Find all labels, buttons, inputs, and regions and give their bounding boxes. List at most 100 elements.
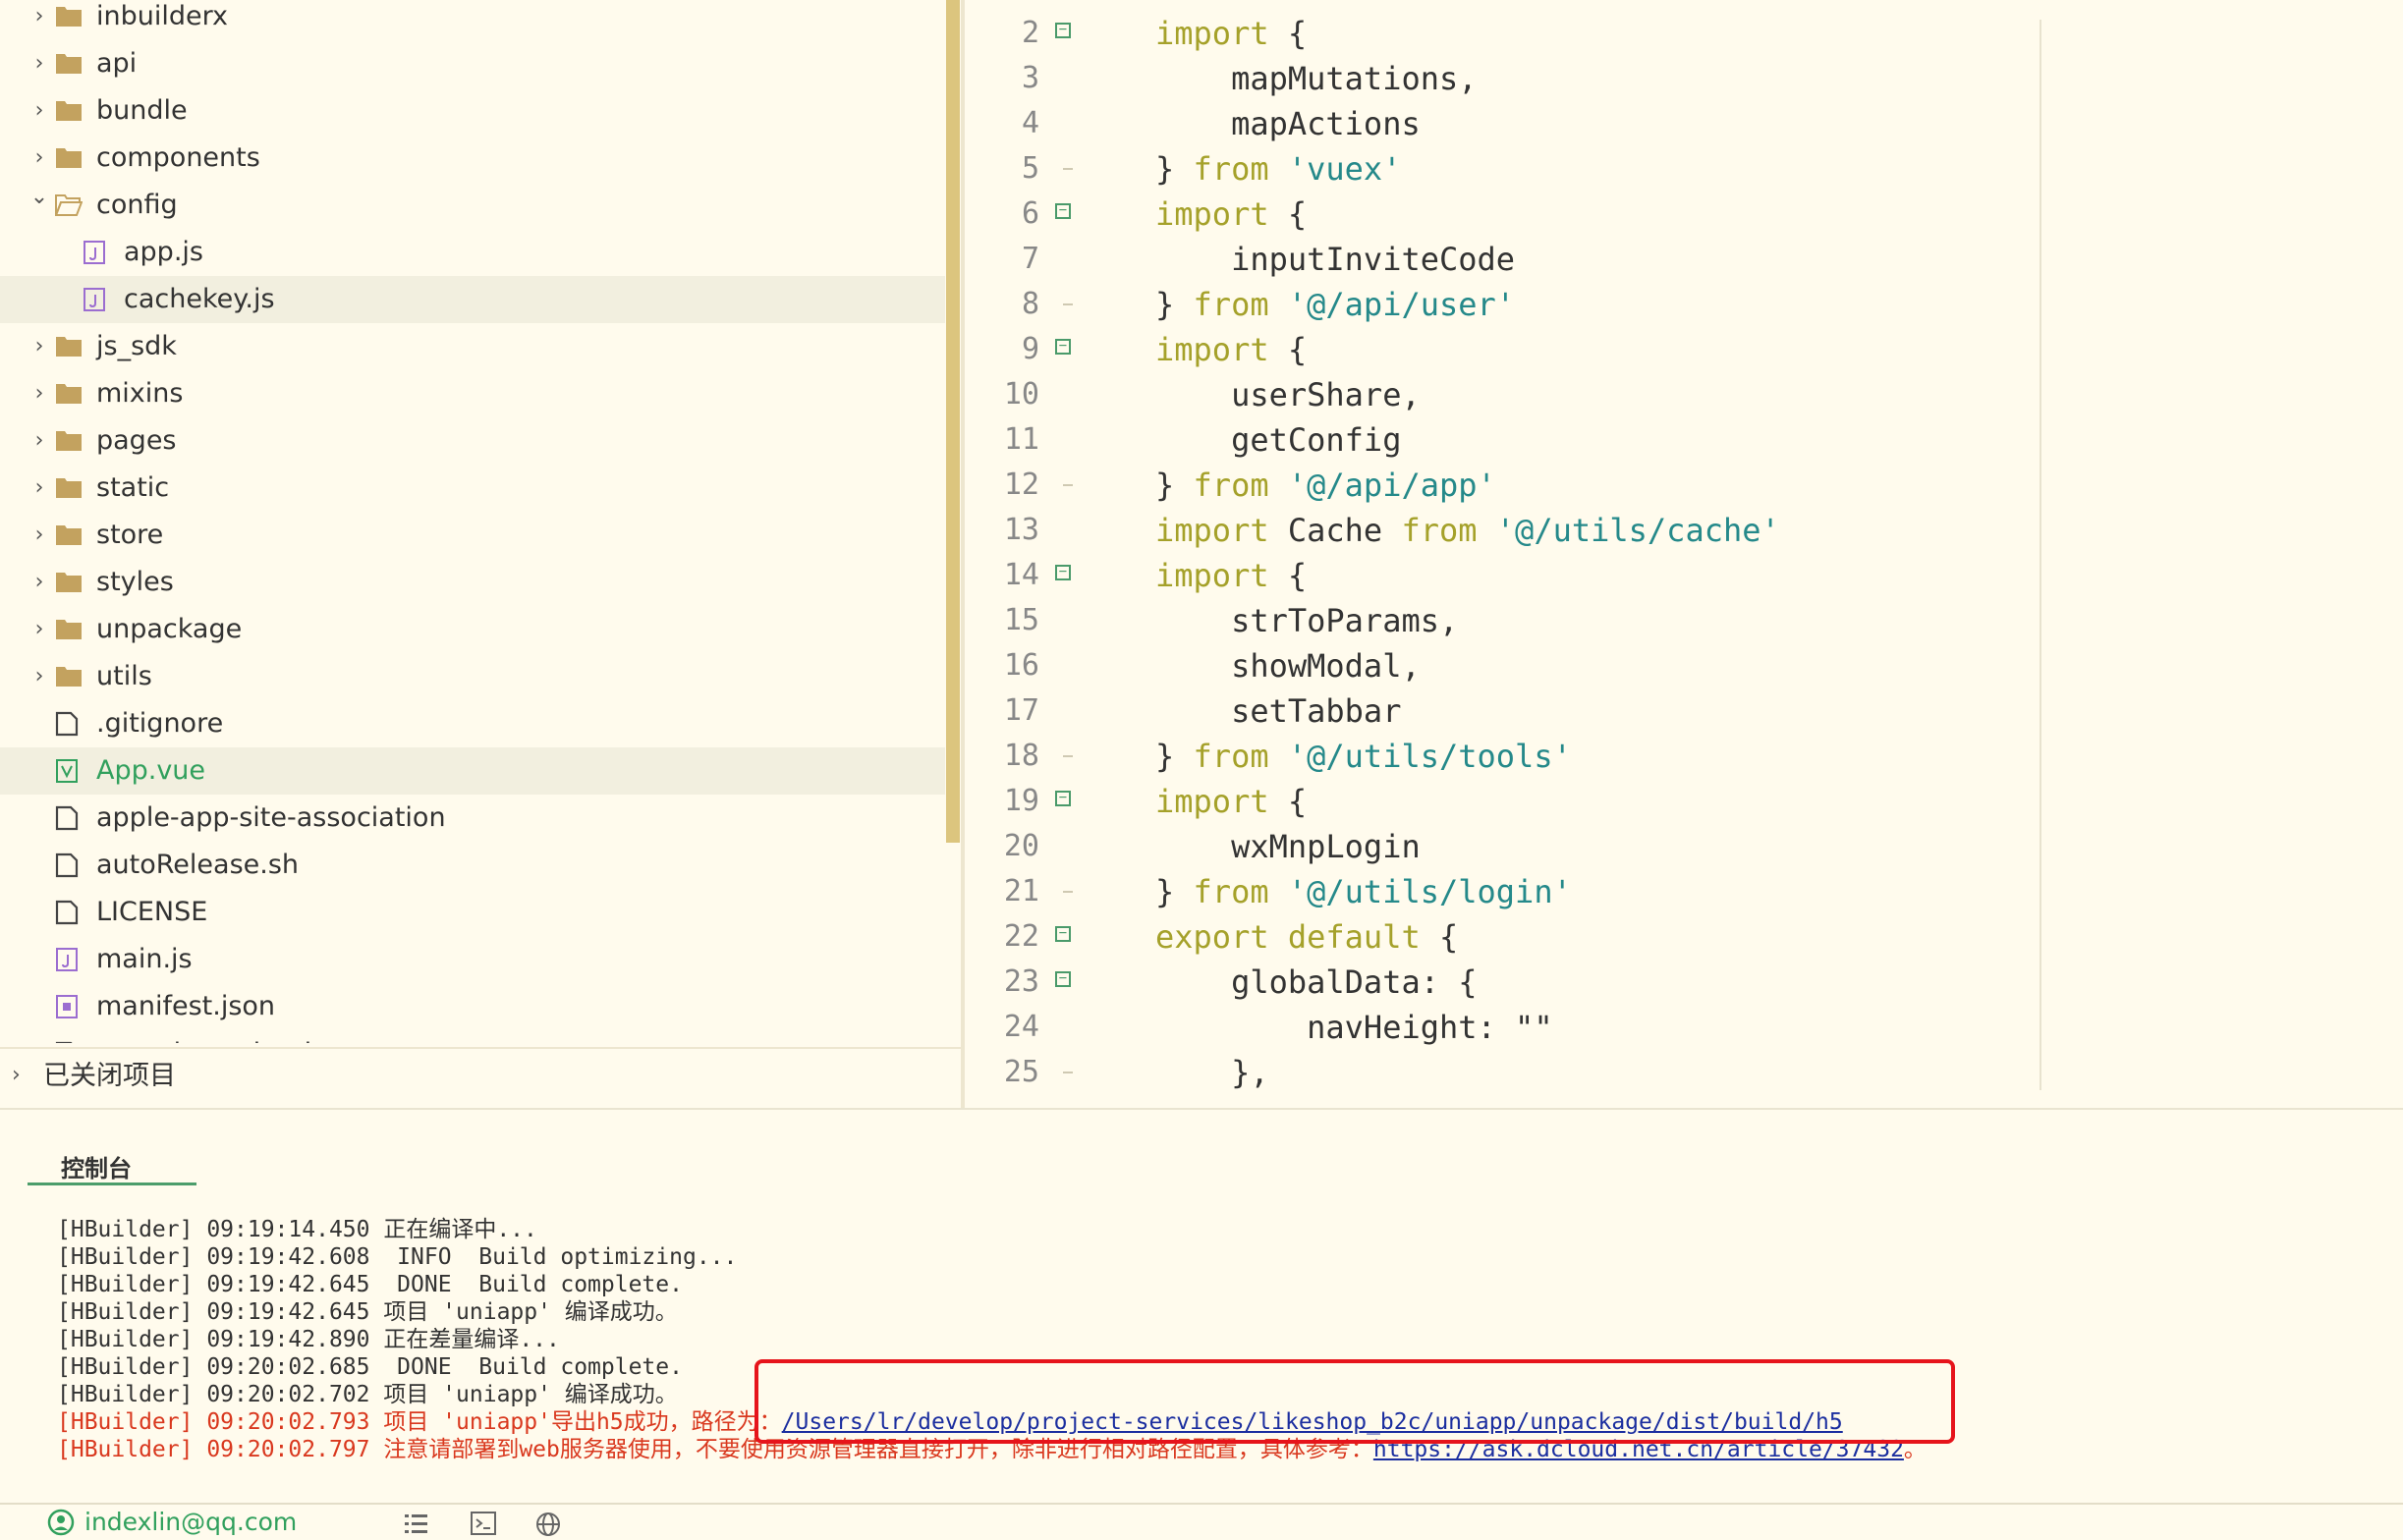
globe-icon[interactable] [534,1511,564,1538]
code-line[interactable]: 16 showModal, [965,643,2403,688]
fold-toggle-icon[interactable]: − [1055,565,1071,580]
console-line: [HBuilder] 09:19:42.890 正在差量编译... [57,1326,1927,1353]
chevron-right-icon[interactable]: › [28,52,51,76]
tree-file[interactable]: autoRelease.sh [0,842,945,889]
code-line[interactable]: 7 inputInviteCode [965,237,2403,282]
code-line[interactable]: 11 getConfig [965,417,2403,463]
code-line[interactable]: 5} from 'vuex' [965,146,2403,192]
tree-file[interactable]: manifest.json [0,983,945,1030]
closed-projects-section[interactable]: › 已关闭项目 [0,1047,961,1104]
tab-console[interactable]: 控制台 [28,1149,196,1185]
chevron-down-icon[interactable]: ⌄ [28,186,51,209]
code-line[interactable]: 9− import { [965,327,2403,372]
tree-file[interactable]: app.js [0,229,945,276]
console-line-text: [HBuilder] 09:19:42.645 项目 'uniapp' 编译成功… [57,1299,678,1325]
fold-toggle-icon[interactable]: − [1055,23,1071,38]
code-keyword: export default [1155,918,1421,956]
code-text: import Cache from '@/utils/cache' [1155,508,1780,553]
user-account[interactable]: indexlin@qq.com [47,1506,297,1539]
tree-file[interactable]: LICENSE [0,889,945,936]
code-line[interactable]: 24 navHeight: "" [965,1005,2403,1050]
code-line[interactable]: 19 − import { [965,779,2403,824]
fold-toggle-icon[interactable]: − [1055,203,1071,219]
tree-file[interactable]: my-release-key.keystore [0,1030,945,1043]
tree-item-label: apple-app-site-association [96,802,446,833]
code-keyword: import [1155,331,1269,368]
tree-folder[interactable]: › store [0,512,945,559]
tree-folder[interactable]: › js_sdk [0,323,945,370]
chevron-right-icon[interactable]: › [28,146,51,170]
code-line[interactable]: 13 import Cache from '@/utils/cache' [965,508,2403,553]
code-line[interactable]: 17 setTabbar [965,688,2403,734]
explorer-scrollbar[interactable] [946,0,960,843]
tree-folder[interactable]: › bundle [0,87,945,135]
line-number: 15 [1003,603,1039,637]
code-line[interactable]: 2 − import { [965,11,2403,56]
chevron-right-icon[interactable]: › [28,618,51,641]
terminal-icon[interactable] [470,1511,497,1536]
tree-folder[interactable]: › static [0,465,945,512]
code-line[interactable]: 18} from '@/utils/tools' [965,734,2403,779]
chevron-right-icon[interactable]: › [28,99,51,123]
tree-folder[interactable]: › styles [0,559,945,606]
code-line[interactable]: 6− import { [965,192,2403,237]
chevron-right-icon[interactable]: › [28,523,51,547]
code-text: userShare, [1155,372,1421,417]
tree-file[interactable]: cachekey.js [0,276,945,323]
chevron-right-icon[interactable]: › [28,382,51,406]
code-line[interactable]: 20 wxMnpLogin [965,824,2403,869]
code-token: { [1268,331,1308,368]
fold-toggle-icon[interactable]: − [1055,339,1071,355]
tree-folder[interactable]: › api [0,40,945,87]
chevron-right-icon[interactable]: › [28,335,51,358]
fold-toggle-icon[interactable]: − [1055,791,1071,806]
folder-icon [55,51,83,77]
code-line[interactable]: 23− globalData: { [965,960,2403,1005]
fold-end-marker [1063,303,1073,305]
tree-file[interactable]: main.js [0,936,945,983]
tree-folder[interactable]: › components [0,135,945,182]
code-line[interactable]: 21} from '@/utils/login' [965,869,2403,914]
code-token: showModal, [1155,647,1421,685]
tree-file[interactable]: .gitignore [0,700,945,747]
code-token: } [1155,467,1194,504]
chevron-right-icon[interactable]: › [28,429,51,453]
list-icon[interactable] [403,1511,430,1536]
tree-file[interactable]: apple-app-site-association [0,795,945,842]
code-line[interactable]: 3 mapMutations, [965,56,2403,101]
tree-item-label: my-release-key.keystore [96,1030,418,1043]
code-token: getConfig [1155,421,1402,459]
fold-toggle-icon[interactable]: − [1055,971,1071,987]
tree-folder[interactable]: › mixins [0,370,945,417]
line-number: 4 [1021,106,1039,140]
fold-toggle-icon[interactable]: − [1055,926,1071,942]
code-editor[interactable]: 2− import {3 mapMutations, 4 mapActions 5} … [965,0,2403,1108]
code-line[interactable]: 8} from '@/api/user' [965,282,2403,327]
code-line[interactable]: 25 }, [965,1050,2403,1095]
code-line[interactable]: 14 − import { [965,553,2403,598]
code-line[interactable]: 12} from '@/api/app' [965,463,2403,508]
chevron-right-icon[interactable]: › [28,571,51,594]
code-line[interactable]: 15 strToParams, [965,598,2403,643]
tree-folder[interactable]: › pages [0,417,945,465]
tree-folder[interactable]: › unpackage [0,606,945,653]
tree-folder[interactable]: ⌄ config [0,182,945,229]
code-token: mapActions [1155,105,1421,142]
chevron-right-icon[interactable]: › [28,665,51,688]
line-number: 18 [1003,739,1039,773]
chevron-right-icon[interactable]: › [28,5,51,28]
code-line[interactable]: 4 mapActions [965,101,2403,146]
tree-item-label: utils [96,661,152,691]
chevron-right-icon[interactable]: › [28,476,51,500]
tree-file[interactable]: App.vue [0,747,945,795]
code-line[interactable]: 22− export default { [965,914,2403,960]
line-number: 13 [1003,513,1039,547]
code-line[interactable]: 10 userShare, [965,372,2403,417]
code-text: navHeight: "" [1155,1005,1552,1050]
tree-folder[interactable]: › utils [0,653,945,700]
tree-item-label: components [96,142,260,173]
code-text: wxMnpLogin [1155,824,1421,869]
tree-folder[interactable]: › inbuilderx [0,0,945,40]
